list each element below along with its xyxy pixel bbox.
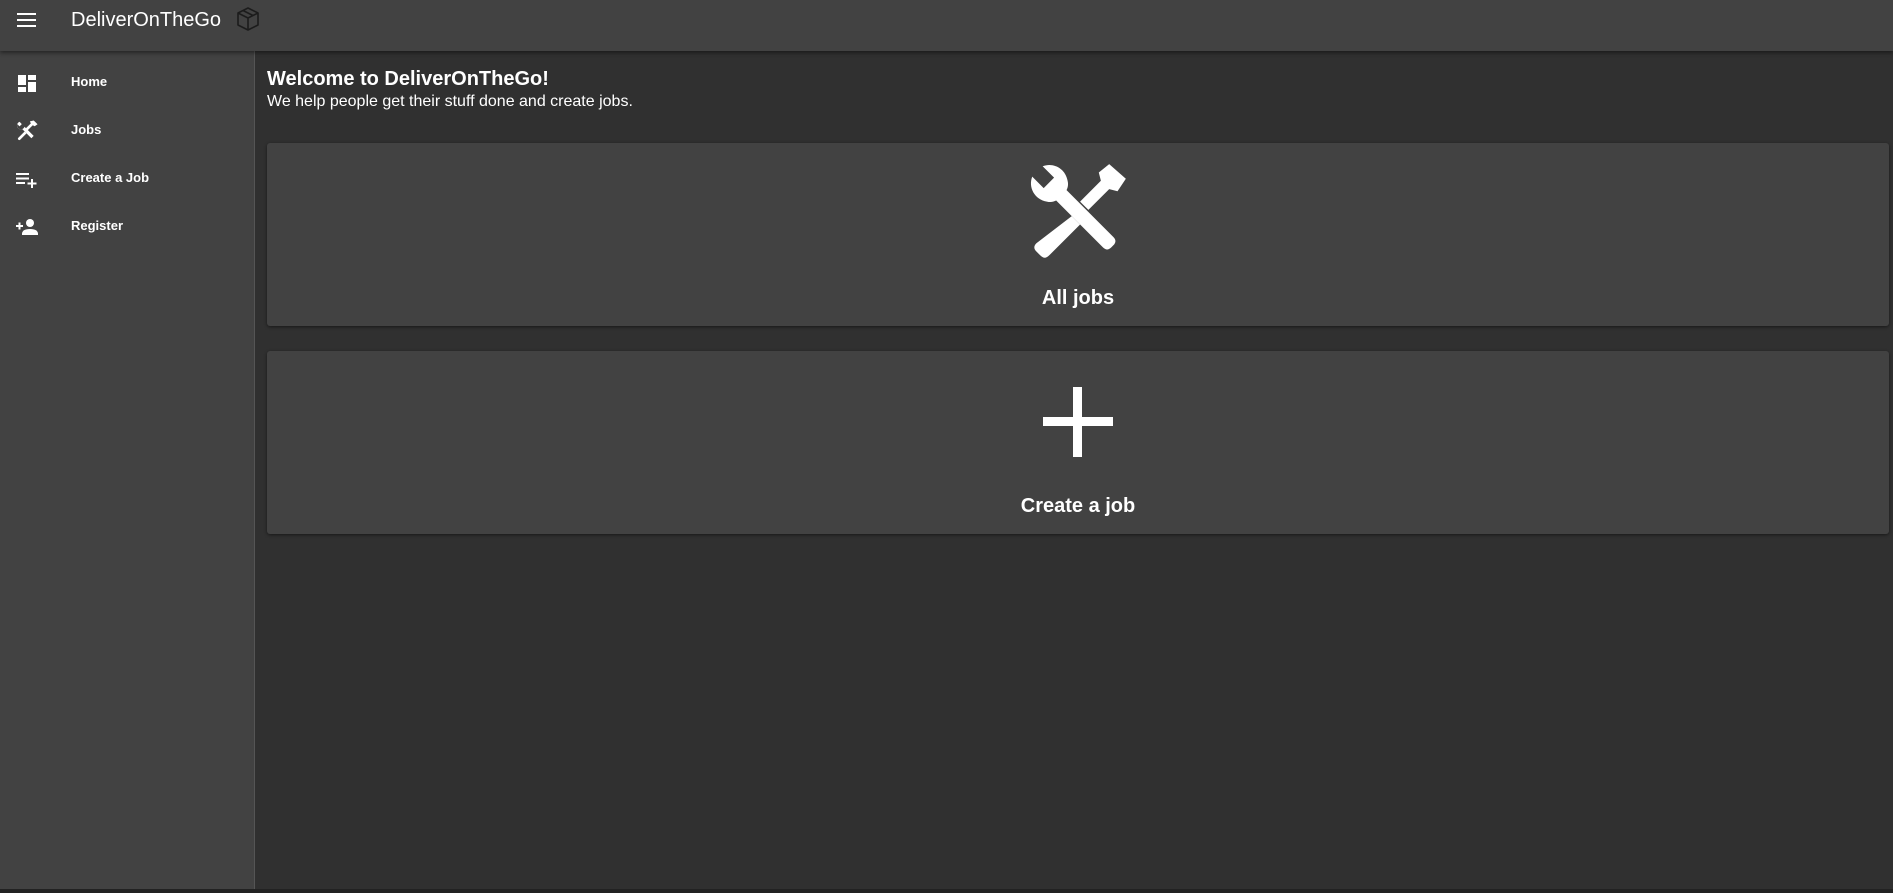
sidebar-item-create-a-job[interactable]: Create a Job xyxy=(0,155,254,203)
sidebar-item-jobs[interactable]: Jobs xyxy=(0,107,254,155)
sidebar-item-home[interactable]: Home xyxy=(0,59,254,107)
all-jobs-card[interactable]: All jobs xyxy=(267,143,1889,326)
menu-icon[interactable] xyxy=(15,11,39,29)
page-title: Welcome to DeliverOnTheGo! xyxy=(267,68,549,90)
app-title: DeliverOnTheGo xyxy=(71,9,222,31)
sidebar-item-label: Create a Job xyxy=(71,170,150,185)
create-job-card[interactable]: Create a job xyxy=(267,351,1889,534)
tools-icon xyxy=(16,120,38,141)
card-label: All jobs xyxy=(1041,287,1115,309)
dashboard-icon xyxy=(18,75,36,92)
card-label: Create a job xyxy=(1020,495,1136,517)
plus-icon xyxy=(1043,387,1113,457)
window-bottom-edge xyxy=(0,889,1893,893)
sidebar-item-register[interactable]: Register xyxy=(0,203,254,251)
playlist-add-icon xyxy=(16,173,37,188)
sidebar-item-label: Home xyxy=(71,74,108,89)
sidebar: Home Jobs Create a Job Register xyxy=(0,51,255,889)
sidebar-item-label: Jobs xyxy=(71,122,102,137)
main-content: Welcome to DeliverOnTheGo! We help peopl… xyxy=(267,66,1890,112)
top-app-bar: DeliverOnTheGo xyxy=(0,0,1893,51)
tools-icon xyxy=(1030,164,1126,258)
sidebar-item-label: Register xyxy=(71,218,124,233)
page-subtitle: We help people get their stuff done and … xyxy=(267,93,633,110)
person-add-icon xyxy=(16,219,38,235)
package-box-icon xyxy=(237,7,259,31)
